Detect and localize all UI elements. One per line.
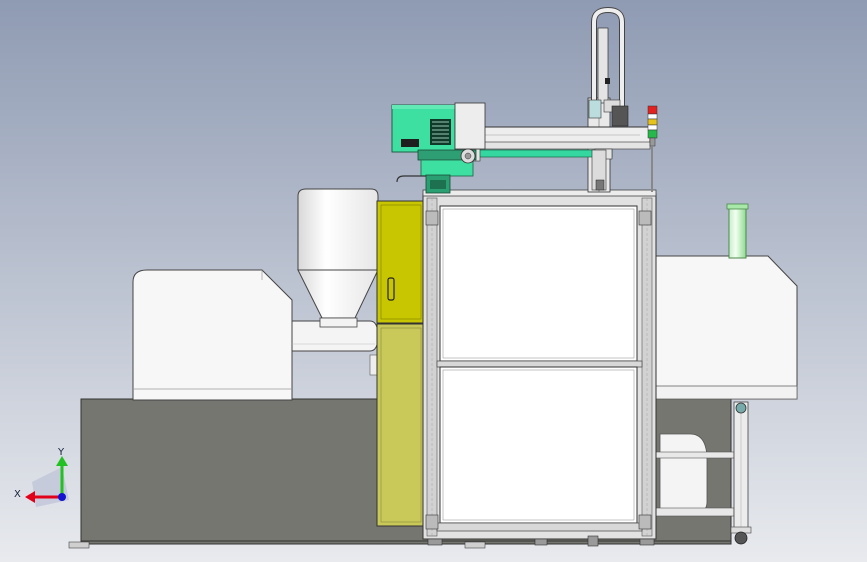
leveling-foot [427,538,443,546]
caster-wheel [734,531,748,545]
leveling-foot [534,538,548,546]
side-door-upper[interactable] [376,200,426,324]
vent-tube [726,203,749,259]
axis-x-label: X [14,489,21,500]
side-door-lower[interactable] [376,323,426,527]
leveling-foot [639,538,655,546]
axis-y-label: Y [57,447,65,458]
assembly-view[interactable]: Y X [0,0,867,562]
base-foot [464,541,486,549]
axis-z-dot [58,493,66,501]
base-foot [68,541,90,549]
enclosure-window-upper[interactable] [439,205,638,362]
vent-grille [430,119,451,145]
safety-enclosure[interactable] [422,189,657,547]
clamp-unit-cover[interactable] [649,255,798,400]
injection-unit-cover[interactable] [132,269,293,401]
leveling-foot [587,535,599,547]
enclosure-window-lower[interactable] [439,366,638,524]
cad-viewport[interactable]: Y X [0,0,867,562]
